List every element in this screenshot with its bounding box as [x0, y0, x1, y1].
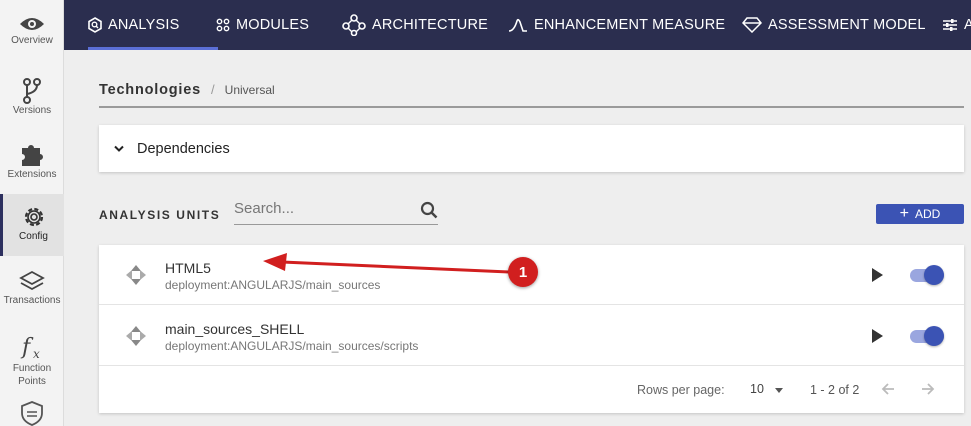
- sidebar-item-label: Versions: [12, 105, 52, 116]
- sidebar-item-transactions[interactable]: Transactions: [0, 270, 64, 307]
- drag-handle-icon[interactable]: [125, 264, 147, 286]
- tab-label: ASSESSMENT MODEL: [768, 17, 926, 33]
- search-input[interactable]: [234, 195, 414, 221]
- sidebar: Overview Versions Extensions Config Tran…: [0, 0, 64, 426]
- architecture-icon: [342, 14, 366, 36]
- drag-handle-icon[interactable]: [125, 325, 147, 347]
- analysis-icon: [88, 17, 102, 33]
- shield-icon: [21, 401, 43, 426]
- sidebar-item-function-points[interactable]: fx Function Points: [0, 332, 64, 388]
- sidebar-item-label: Transactions: [3, 295, 61, 306]
- unit-name: main_sources_SHELL: [165, 321, 305, 337]
- arrow-right-icon[interactable]: [921, 382, 935, 396]
- tab-more[interactable]: A: [942, 0, 971, 50]
- curve-icon: [508, 18, 527, 32]
- sidebar-item-more[interactable]: [0, 400, 64, 426]
- sidebar-item-label: Extensions: [7, 169, 57, 180]
- sidebar-item-extensions[interactable]: Extensions: [0, 140, 64, 181]
- play-icon[interactable]: [870, 328, 884, 344]
- sidebar-item-overview[interactable]: Overview: [0, 14, 64, 47]
- tab-enhancement-measure[interactable]: ENHANCEMENT MEASURE: [508, 0, 725, 50]
- dependencies-panel[interactable]: Dependencies: [99, 125, 964, 172]
- tab-label: A: [964, 17, 971, 33]
- branch-icon: [23, 78, 41, 104]
- unit-name: HTML5: [165, 260, 211, 276]
- add-button[interactable]: + ADD: [876, 204, 964, 224]
- list-item[interactable]: main_sources_SHELL deployment:ANGULARJS/…: [99, 306, 964, 366]
- arrow-left-icon[interactable]: [881, 382, 895, 396]
- sidebar-item-versions[interactable]: Versions: [0, 78, 64, 117]
- sidebar-item-label: Config: [19, 231, 48, 242]
- gear-icon: [24, 207, 43, 227]
- puzzle-icon: [22, 145, 43, 166]
- rows-per-page-label: Rows per page:: [637, 383, 725, 397]
- tab-label: ENHANCEMENT MEASURE: [534, 17, 726, 33]
- sidebar-item-label: Overview: [11, 35, 53, 46]
- dependencies-title: Dependencies: [137, 140, 230, 157]
- tab-label: ARCHITECTURE: [372, 17, 488, 33]
- svg-text:f: f: [20, 335, 34, 360]
- unit-path: deployment:ANGULARJS/main_sources/script…: [165, 339, 419, 353]
- svg-text:x: x: [33, 347, 40, 361]
- plus-icon: +: [899, 205, 909, 222]
- pagination: Rows per page: 10 1 - 2 of 2: [99, 367, 964, 413]
- play-icon[interactable]: [870, 267, 884, 283]
- search-icon[interactable]: [420, 201, 438, 219]
- fx-icon: fx: [20, 335, 40, 361]
- diamond-icon: [742, 17, 762, 33]
- search-box: [234, 195, 438, 225]
- breadcrumb-separator: /: [211, 82, 215, 97]
- divider: [99, 106, 964, 108]
- analysis-units-label: ANALYSIS UNITS: [99, 208, 221, 222]
- tab-assessment-model[interactable]: ASSESSMENT MODEL: [742, 0, 926, 50]
- sidebar-item-label: Function Points: [12, 363, 52, 387]
- tab-modules[interactable]: MODULES: [216, 0, 309, 50]
- annotation-badge: 1: [508, 257, 538, 287]
- tab-label: ANALYSIS: [108, 17, 180, 33]
- layers-icon: [19, 270, 45, 291]
- breadcrumb-sub: Universal: [224, 83, 275, 97]
- tab-analysis[interactable]: ANALYSIS: [88, 0, 219, 50]
- breadcrumb: Technologies / Universal: [99, 82, 275, 98]
- enable-toggle[interactable]: [910, 265, 946, 285]
- unit-path: deployment:ANGULARJS/main_sources: [165, 278, 381, 292]
- page-range: 1 - 2 of 2: [810, 383, 860, 397]
- add-button-label: ADD: [915, 207, 941, 221]
- chevron-down-icon[interactable]: [113, 145, 125, 153]
- eye-icon: [20, 18, 44, 30]
- modules-icon: [216, 18, 230, 32]
- rows-per-page-select[interactable]: 10: [750, 382, 764, 396]
- sliders-icon: [943, 19, 957, 31]
- sidebar-item-config[interactable]: Config: [0, 194, 64, 256]
- tab-label: MODULES: [236, 17, 310, 33]
- caret-down-icon[interactable]: [775, 388, 783, 393]
- tab-architecture[interactable]: ARCHITECTURE: [342, 0, 488, 50]
- enable-toggle[interactable]: [910, 326, 946, 346]
- top-nav: ANALYSIS MODULES ARCHITECTURE ENHANCEMEN…: [64, 0, 971, 50]
- breadcrumb-main[interactable]: Technologies: [99, 82, 201, 98]
